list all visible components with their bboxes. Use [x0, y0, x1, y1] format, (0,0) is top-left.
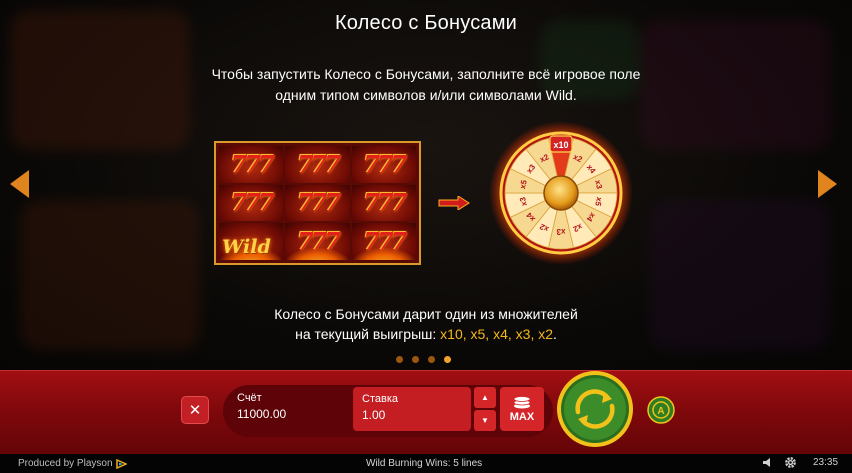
- page-dot[interactable]: [412, 356, 419, 363]
- wheel-segment-label: x3: [556, 227, 565, 236]
- speaker-icon[interactable]: [762, 457, 774, 468]
- reel-cell: 777: [219, 184, 284, 222]
- page-dot[interactable]: [396, 356, 403, 363]
- bet-label: Ставка: [362, 393, 398, 405]
- description-line: Колесо с Бонусами дарит один из множител…: [274, 306, 578, 322]
- rules-overlay: Колесо с Бонусами Чтобы запустить Колесо…: [0, 0, 852, 370]
- spin-button[interactable]: [556, 370, 634, 448]
- bet-selector[interactable]: Ставка 1.00: [353, 387, 471, 431]
- arrow-right-icon: [438, 196, 470, 210]
- seven-symbol: 777: [296, 188, 341, 218]
- max-bet-button[interactable]: MAX: [500, 387, 544, 431]
- page-dot-active[interactable]: [444, 356, 451, 363]
- footer-icons: 23:35: [762, 456, 838, 469]
- reel-cell: 777: [351, 184, 416, 222]
- reel-cell: 777: [285, 184, 350, 222]
- multiplier-list: x10, x5, x4, x3, x2: [440, 326, 554, 342]
- balance-label: Счёт: [237, 392, 262, 404]
- description-suffix: .: [553, 326, 557, 342]
- wheel-top-label: x10: [553, 140, 568, 150]
- wheel-hub: [543, 175, 579, 211]
- chevron-left-icon[interactable]: [10, 170, 29, 198]
- reel-cell: Wild: [219, 223, 284, 260]
- bg-decoration: [650, 200, 830, 350]
- bet-decrease-button[interactable]: ▼: [474, 410, 496, 431]
- coins-icon: [513, 396, 531, 409]
- lines-info: Wild Burning Wins: 5 lines: [366, 458, 483, 469]
- close-button[interactable]: ✕: [181, 396, 209, 424]
- seven-symbol: 777: [363, 149, 407, 179]
- instruction-line: Чтобы запустить Колесо с Бонусами, запол…: [211, 66, 641, 82]
- autoplay-label: A: [657, 406, 664, 417]
- reel-cell: 777: [219, 146, 284, 183]
- page-dot[interactable]: [428, 356, 435, 363]
- max-bet-label: MAX: [509, 411, 535, 423]
- description-text: Колесо с Бонусами дарит один из множител…: [226, 304, 626, 344]
- reel-cell: 777: [285, 223, 350, 260]
- reel-cell: 777: [351, 223, 416, 260]
- balance-display: Счёт 11000.00: [237, 392, 347, 421]
- produced-by: Produced by Playson: [18, 458, 127, 469]
- gear-icon[interactable]: [784, 456, 797, 469]
- produced-by-text: Produced by Playson: [18, 458, 113, 469]
- wild-symbol: Wild: [222, 236, 271, 258]
- reels-grid: 777 777 777 777 777 777 Wild 777 777: [214, 141, 421, 265]
- bonus-wheel: x2x4x3x5x4x2x3x2x4x3x5x3x2 x10: [489, 121, 633, 265]
- instruction-line: одним типом символов и/или символами Wil…: [275, 87, 577, 103]
- bet-increase-button[interactable]: ▲: [474, 387, 496, 408]
- reel-cell: 777: [351, 146, 416, 183]
- page-title: Колесо с Бонусами: [334, 12, 518, 34]
- seven-symbol: 777: [296, 149, 341, 179]
- page-indicator: [396, 356, 451, 363]
- seven-symbol: 777: [363, 188, 407, 218]
- bg-decoration: [20, 200, 200, 350]
- bet-value: 1.00: [362, 408, 386, 422]
- seven-symbol: 777: [230, 149, 275, 179]
- description-line: на текущий выигрыш: x10, x5, x4, x3, x2.: [226, 324, 626, 344]
- balance-value: 11000.00: [237, 407, 287, 421]
- flame-icon: [285, 248, 350, 260]
- seven-symbol: 777: [230, 188, 275, 218]
- playson-logo-icon: [115, 458, 127, 469]
- description-prefix: на текущий выигрыш:: [295, 326, 441, 342]
- reel-cell: 777: [285, 146, 350, 183]
- instruction-text: Чтобы запустить Колесо с Бонусами, запол…: [176, 64, 676, 106]
- clock: 23:35: [813, 457, 839, 468]
- autoplay-button[interactable]: A: [647, 396, 675, 424]
- chevron-right-icon[interactable]: [818, 170, 837, 198]
- flame-icon: [351, 248, 416, 260]
- bet-stepper: ▲ ▼: [474, 387, 496, 431]
